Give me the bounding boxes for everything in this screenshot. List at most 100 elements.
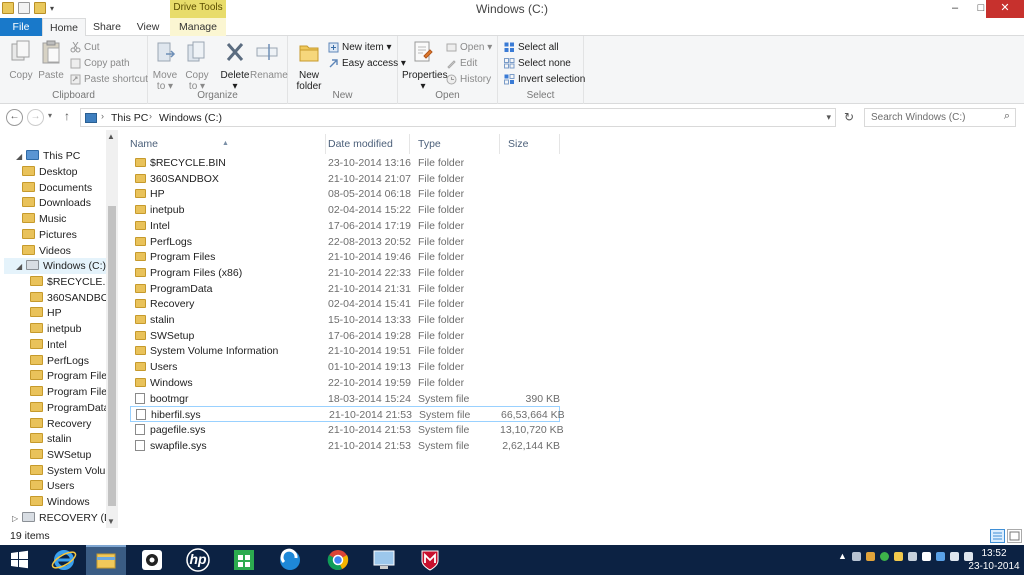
file-list[interactable]: Name ▲ Date modified Type Size $RECYCLE.…: [122, 130, 1024, 528]
table-row[interactable]: bootmgr 18-03-2014 15:24 System file 390 KB: [130, 391, 560, 407]
tray-app-icon[interactable]: [879, 551, 889, 561]
taskbar-store[interactable]: [224, 545, 264, 575]
table-row[interactable]: inetpub 02-04-2014 15:22 File folder: [130, 202, 560, 218]
new-folder-icon[interactable]: [34, 2, 46, 14]
tab-home[interactable]: Home: [42, 18, 86, 37]
chevron-down-icon[interactable]: ▾: [50, 4, 54, 13]
breadcrumb-this-pc[interactable]: This PC: [111, 112, 148, 124]
tree-item-downloads[interactable]: Downloads: [22, 195, 91, 211]
invert-selection-button[interactable]: Invert selection: [504, 72, 585, 87]
tree-item-this-pc[interactable]: ◢ This PC: [16, 148, 80, 164]
tray-app-icon[interactable]: [907, 551, 917, 561]
table-row[interactable]: Program Files 21-10-2014 19:46 File folder: [130, 249, 560, 265]
taskbar-hp-app[interactable]: hp: [178, 545, 218, 575]
chevron-up-icon[interactable]: ▲: [838, 551, 847, 561]
table-row[interactable]: hiberfil.sys 21-10-2014 21:53 System file 6…: [130, 406, 565, 423]
tree-item-recycle-bin[interactable]: $RECYCLE.BIN: [30, 274, 118, 290]
tree-item-documents[interactable]: Documents: [22, 180, 92, 196]
recent-locations-button[interactable]: ▾: [48, 111, 52, 120]
tree-item-intel[interactable]: Intel: [30, 337, 67, 353]
network-icon[interactable]: [949, 551, 959, 561]
properties-icon[interactable]: [18, 2, 30, 14]
properties-button[interactable]: Properties ▾: [402, 40, 448, 92]
copy-path-button[interactable]: Copy path: [70, 56, 130, 71]
chevron-right-icon[interactable]: ›: [101, 111, 104, 121]
tray-app-icon[interactable]: [851, 551, 861, 561]
tree-item-360sandbox[interactable]: 360SANDBOX: [30, 290, 116, 306]
tree-item-system-volume[interactable]: System Volume: [30, 463, 118, 479]
large-icons-view-button[interactable]: [1007, 529, 1022, 543]
scroll-down-icon[interactable]: ▼: [107, 517, 115, 526]
chevron-down-icon[interactable]: ▾: [826, 112, 831, 123]
column-header-size[interactable]: Size: [500, 134, 560, 154]
cut-button[interactable]: Cut: [70, 40, 100, 55]
tab-share[interactable]: Share: [88, 18, 126, 36]
table-row[interactable]: Windows 22-10-2014 19:59 File folder: [130, 375, 560, 391]
expand-icon[interactable]: ◢: [16, 259, 26, 275]
taskbar-file-explorer[interactable]: [86, 545, 126, 575]
table-row[interactable]: 360SANDBOX 21-10-2014 21:07 File folder: [130, 171, 560, 187]
column-header-name[interactable]: Name ▲: [122, 134, 326, 154]
copy-to-button[interactable]: Copy to ▾: [180, 40, 214, 92]
table-row[interactable]: ProgramData 21-10-2014 21:31 File folder: [130, 281, 560, 297]
tree-item-desktop[interactable]: Desktop: [22, 164, 78, 180]
paste-button[interactable]: Paste: [34, 40, 68, 81]
paste-shortcut-button[interactable]: Paste shortcut: [70, 72, 148, 87]
tree-item-perflogs[interactable]: PerfLogs: [30, 353, 89, 369]
select-all-button[interactable]: Select all: [504, 40, 559, 55]
chevron-right-icon[interactable]: ›: [149, 111, 152, 121]
tree-item-windows-c[interactable]: ◢ Windows (C:): [4, 258, 106, 274]
search-input[interactable]: Search Windows (C:): [871, 112, 965, 123]
table-row[interactable]: Users 01-10-2014 19:13 File folder: [130, 359, 560, 375]
taskbar-media-app[interactable]: [132, 545, 172, 575]
edit-button[interactable]: Edit: [446, 56, 477, 71]
table-row[interactable]: SWSetup 17-06-2014 19:28 File folder: [130, 328, 560, 344]
up-button[interactable]: ↑: [64, 109, 70, 123]
taskbar-mcafee[interactable]: [410, 545, 450, 575]
taskbar-chrome[interactable]: [318, 545, 358, 575]
tab-file[interactable]: File: [0, 18, 42, 36]
close-button[interactable]: ✕: [986, 0, 1024, 18]
easy-access-button[interactable]: Easy access ▾: [328, 56, 406, 71]
back-button[interactable]: ←: [6, 109, 23, 126]
start-button[interactable]: [0, 545, 40, 575]
taskbar-browser[interactable]: [270, 545, 310, 575]
battery-icon[interactable]: [935, 551, 945, 561]
tree-item-swsetup[interactable]: SWSetup: [30, 447, 91, 463]
flag-icon[interactable]: [921, 551, 931, 561]
address-bar[interactable]: › This PC › Windows (C:) ▾: [80, 108, 836, 127]
tree-item-music[interactable]: Music: [22, 211, 66, 227]
system-clock[interactable]: 13:52 23-10-2014: [966, 547, 1022, 573]
table-row[interactable]: PerfLogs 22-08-2013 20:52 File folder: [130, 234, 560, 250]
delete-button[interactable]: Delete ▾: [218, 40, 252, 92]
new-item-button[interactable]: New item ▾: [328, 40, 391, 55]
tab-manage[interactable]: Manage: [170, 18, 226, 36]
tree-item-stalin[interactable]: stalin: [30, 431, 72, 447]
table-row[interactable]: pagefile.sys 21-10-2014 21:53 System file 1…: [130, 422, 564, 438]
column-header-date[interactable]: Date modified: [320, 134, 410, 154]
copy-button[interactable]: Copy: [4, 40, 38, 81]
taskbar-remote-desktop[interactable]: [364, 545, 404, 575]
tab-view[interactable]: View: [130, 18, 166, 36]
scrollbar-thumb[interactable]: [108, 206, 116, 506]
table-row[interactable]: swapfile.sys 21-10-2014 21:53 System file 2…: [130, 438, 560, 454]
move-to-button[interactable]: Move to ▾: [148, 40, 182, 92]
tree-item-program-files-x86[interactable]: Program Files (: [30, 384, 118, 400]
tree-item-hp[interactable]: HP: [30, 305, 62, 321]
expand-icon[interactable]: ◢: [16, 149, 26, 165]
table-row[interactable]: Intel 17-06-2014 17:19 File folder: [130, 218, 560, 234]
table-row[interactable]: Program Files (x86) 21-10-2014 22:33 File …: [130, 265, 560, 281]
tree-item-users[interactable]: Users: [30, 478, 74, 494]
navigation-pane[interactable]: ◢ This PC Desktop Documents Downloads Mus…: [0, 130, 118, 528]
table-row[interactable]: HP 08-05-2014 06:18 File folder: [130, 186, 560, 202]
tree-item-inetpub[interactable]: inetpub: [30, 321, 81, 337]
new-folder-button[interactable]: New folder: [292, 40, 326, 92]
folder-icon[interactable]: [2, 2, 14, 14]
search-icon[interactable]: ⌕: [1004, 110, 1010, 123]
table-row[interactable]: $RECYCLE.BIN 23-10-2014 13:16 File folder: [130, 155, 560, 171]
refresh-button[interactable]: ↻: [840, 109, 858, 126]
expand-icon[interactable]: ▷: [12, 511, 22, 527]
open-button[interactable]: Open ▾: [446, 40, 492, 55]
details-view-button[interactable]: [990, 529, 1005, 543]
tray-app-icon[interactable]: [893, 551, 903, 561]
